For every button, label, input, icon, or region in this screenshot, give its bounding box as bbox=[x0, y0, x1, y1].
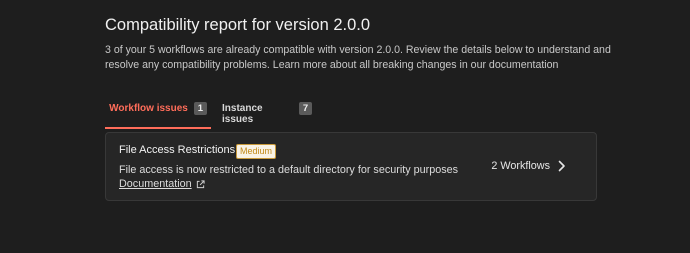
page-title: Compatibility report for version 2.0.0 bbox=[105, 16, 371, 34]
documentation-link[interactable]: Documentation bbox=[119, 178, 205, 190]
documentation-link-label: Documentation bbox=[119, 178, 192, 190]
intro-text: 3 of your 5 workflows are already compat… bbox=[105, 44, 611, 71]
tab-workflow-issues-label: Workflow issues bbox=[109, 103, 188, 114]
issue-card: File Access Restrictions Medium File acc… bbox=[105, 132, 597, 201]
affected-workflows-label: 2 Workflows bbox=[491, 160, 550, 172]
issue-title: File Access Restrictions bbox=[119, 144, 236, 156]
tab-workflow-issues[interactable]: Workflow issues 1 bbox=[105, 100, 211, 129]
compatibility-report-page: Compatibility report for version 2.0.0 3… bbox=[0, 0, 690, 253]
external-link-icon bbox=[196, 179, 205, 188]
tab-instance-issues[interactable]: Instance issues 7 bbox=[222, 100, 312, 127]
severity-badge: Medium bbox=[236, 144, 277, 159]
tab-workflow-issues-count: 1 bbox=[193, 102, 207, 115]
tab-instance-issues-count: 7 bbox=[299, 102, 312, 115]
affected-workflows-link[interactable]: 2 Workflows bbox=[491, 160, 566, 172]
tab-instance-issues-label: Instance issues bbox=[222, 103, 263, 125]
chevron-right-icon bbox=[558, 160, 565, 172]
issue-description: File access is now restricted to a defau… bbox=[119, 164, 459, 176]
issue-tabs: Workflow issues 1 Instance issues 7 bbox=[105, 100, 598, 129]
